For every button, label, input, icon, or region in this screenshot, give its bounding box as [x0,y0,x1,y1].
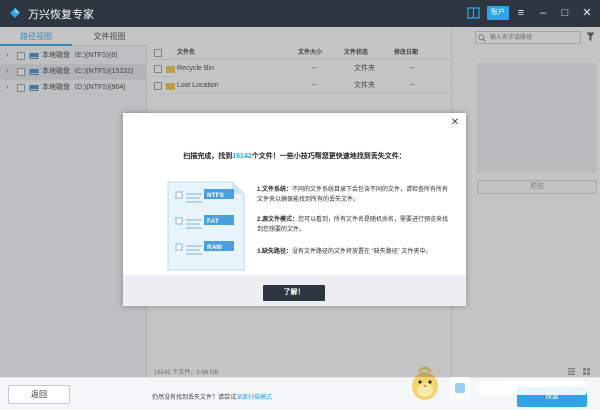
app-title: 万兴恢复专家 [28,8,94,21]
title-bar: 万兴恢复专家 账户 ≡ – □ ✕ [0,0,600,27]
menu-icon[interactable]: ≡ [513,5,529,21]
minimize-icon[interactable]: – [535,5,551,21]
file-system-illustration: NTFS FAT RAW [167,181,245,271]
deep-scan-hint-text: 仍然没有找到丢失文件？请尝试 [152,395,237,401]
got-it-button[interactable]: 了解！ [263,285,325,301]
tip-file-system: 1.文件系统：不同的文件系统目录下会包含不同的文件，请检查所有所有文件夹以确保能… [257,185,453,205]
tag-fat: FAT [207,218,219,225]
dialog-close-icon[interactable]: ✕ [449,117,461,129]
tag-ntfs: NTFS [207,192,225,199]
tip-missing-path: 3.缺失路径：没有文件路径的文件将放置在 “缺失路径” 文件夹中。 [257,247,453,257]
tag-raw: RAW [207,244,223,251]
found-file-count: 16142 [232,153,252,160]
deep-scan-hint: 仍然没有找到丢失文件？请尝试深度扫描模式 [152,392,272,401]
deep-scan-link[interactable]: 深度扫描模式 [236,395,272,401]
dialog-footer: 了解！ [123,275,466,306]
maximize-icon[interactable]: □ [557,5,573,21]
close-icon[interactable]: ✕ [579,5,595,21]
tip-title: 1.文件系统： [257,187,293,193]
book-icon[interactable] [467,7,480,19]
watermark-logo [449,377,587,399]
app-logo-icon [10,8,20,18]
tip-text: 没有文件路径的文件将放置在 “缺失路径” 文件夹中。 [292,249,432,255]
tip-raw-mode: 2.源文件模式：您可以看到，所有文件名是随机命名，需要进行预览来找到您想要的文件… [257,215,453,235]
modal-overlay: ✕ 扫描完成，找到16142个文件！一些小技巧帮您更快速地找到丢失文件： NTF… [0,27,600,377]
tip-title: 3.缺失路径： [257,249,293,255]
headline-prefix: 扫描完成，找到 [183,153,233,160]
back-button[interactable]: 返回 [8,385,70,404]
account-button[interactable]: 账户 [487,6,509,20]
dialog-headline: 扫描完成，找到16142个文件！一些小技巧帮您更快速地找到丢失文件： [123,151,466,161]
tip-title: 2.源文件模式： [257,217,299,223]
scan-complete-dialog: ✕ 扫描完成，找到16142个文件！一些小技巧帮您更快速地找到丢失文件： NTF… [123,113,466,306]
headline-suffix: 个文件！一些小技巧帮您更快速地找到丢失文件： [251,153,406,160]
